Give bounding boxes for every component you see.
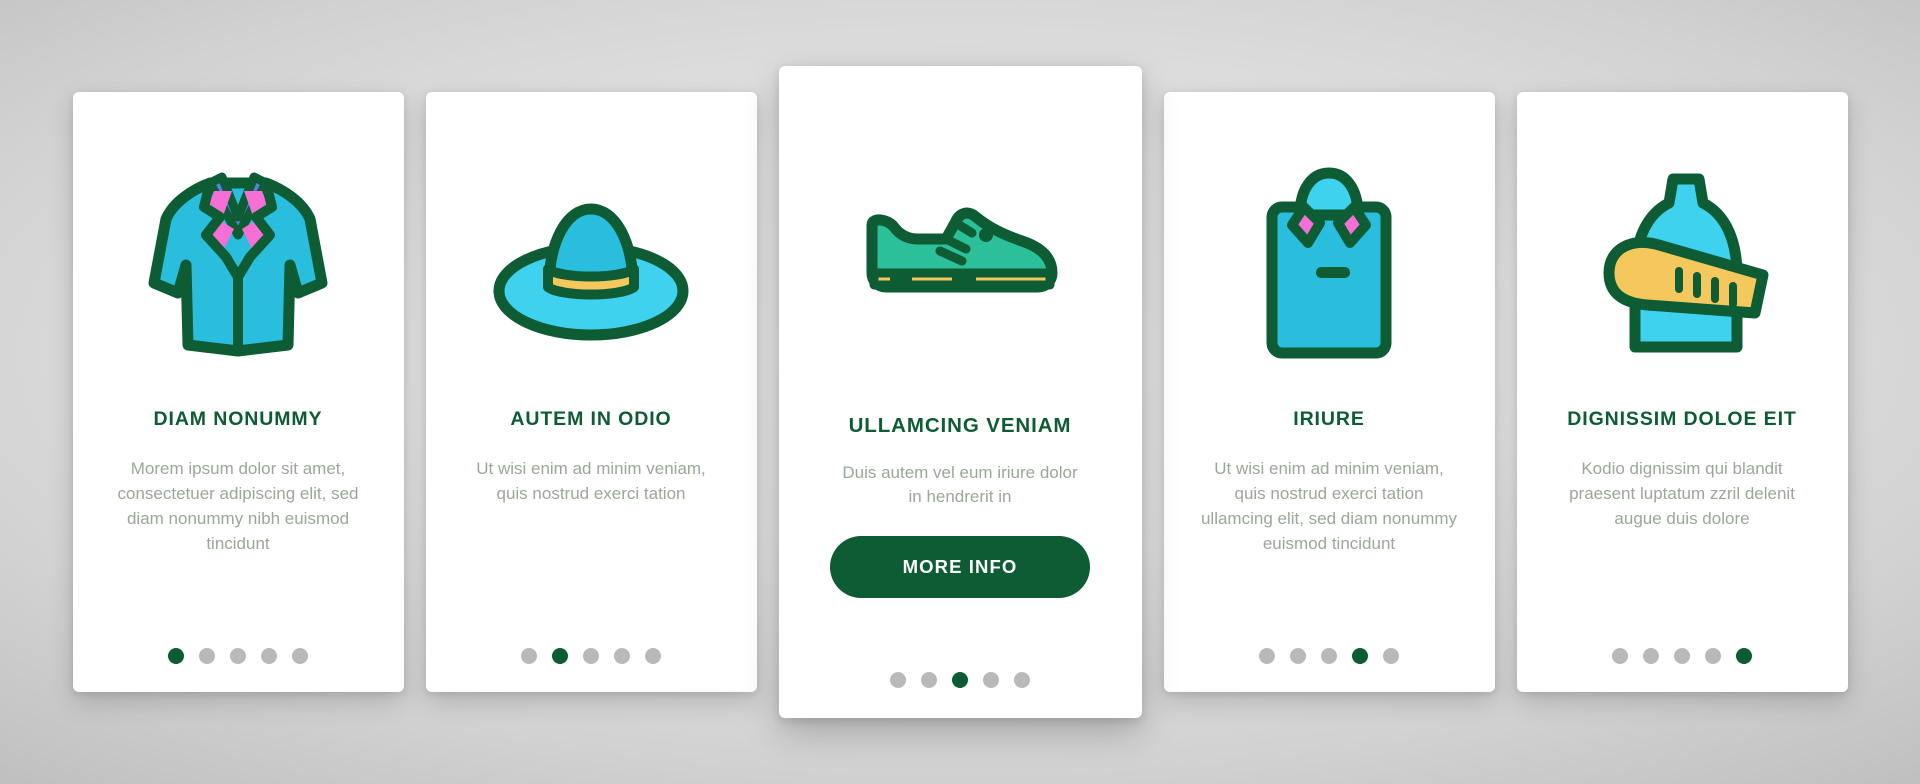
pagination-dot-5[interactable] — [1736, 648, 1752, 664]
pagination-dot-2[interactable] — [1643, 648, 1659, 664]
more-info-button[interactable]: MORE INFO — [830, 536, 1090, 599]
pagination-dot-5[interactable] — [1383, 648, 1399, 664]
onboarding-card-1[interactable]: DIAM NONUMMY Morem ipsum dolor sit amet,… — [72, 92, 404, 692]
pagination-dots[interactable] — [1612, 648, 1752, 664]
pagination-dot-4[interactable] — [1352, 648, 1368, 664]
pagination-dot-5[interactable] — [645, 648, 661, 664]
card-description: Ut wisi enim ad minim veniam, quis nostr… — [476, 459, 706, 504]
pagination-dot-2[interactable] — [1290, 648, 1306, 664]
pagination-dot-3[interactable] — [1321, 648, 1337, 664]
pagination-dot-1[interactable] — [1612, 648, 1628, 664]
pagination-dot-3[interactable] — [1674, 648, 1690, 664]
pagination-dot-2[interactable] — [552, 648, 568, 664]
pagination-dot-4[interactable] — [983, 672, 999, 688]
sneaker-shoe-icon — [807, 96, 1114, 414]
onboarding-card-3[interactable]: ULLAMCING VENIAM Duis autem vel eum iriu… — [778, 66, 1142, 718]
pagination-dot-1[interactable] — [168, 648, 184, 664]
card-title: AUTEM IN ODIO — [510, 408, 672, 430]
onboarding-screens-stage: DIAM NONUMMY Morem ipsum dolor sit amet,… — [0, 0, 1920, 784]
pagination-dot-1[interactable] — [890, 672, 906, 688]
pagination-dot-4[interactable] — [614, 648, 630, 664]
pagination-dots[interactable] — [1259, 648, 1399, 664]
pagination-dot-4[interactable] — [1705, 648, 1721, 664]
pagination-dot-3[interactable] — [952, 672, 968, 688]
folded-shirt-icon — [1190, 118, 1469, 408]
pagination-dots[interactable] — [890, 672, 1030, 688]
card-description: Morem ipsum dolor sit amet, consectetuer… — [117, 459, 359, 553]
pagination-dot-1[interactable] — [521, 648, 537, 664]
card-title: DIAM NONUMMY — [153, 408, 323, 430]
pagination-dot-1[interactable] — [1259, 648, 1275, 664]
card-description: Duis autem vel eum iriure dolor in hendr… — [842, 462, 1078, 507]
card-title: DIGNISSIM DOLOE EIT — [1567, 408, 1797, 430]
blazer-jacket-icon — [99, 118, 378, 408]
onboarding-card-5[interactable]: DIGNISSIM DOLOE EIT Kodio dignissim qui … — [1516, 92, 1848, 692]
pagination-dot-5[interactable] — [292, 648, 308, 664]
pagination-dot-3[interactable] — [583, 648, 599, 664]
card-description: Ut wisi enim ad minim veniam, quis nostr… — [1200, 459, 1458, 553]
pagination-dot-2[interactable] — [921, 672, 937, 688]
pagination-dot-3[interactable] — [230, 648, 246, 664]
onboarding-card-4[interactable]: IRIURE Ut wisi enim ad minim veniam, qui… — [1163, 92, 1495, 692]
pagination-dot-4[interactable] — [261, 648, 277, 664]
card-title: IRIURE — [1293, 408, 1365, 430]
mannequin-measuring-tape-icon — [1543, 118, 1822, 408]
sun-hat-icon — [452, 118, 731, 408]
card-title: ULLAMCING VENIAM — [848, 414, 1072, 437]
pagination-dots[interactable] — [521, 648, 661, 664]
pagination-dot-2[interactable] — [199, 648, 215, 664]
pagination-dot-5[interactable] — [1014, 672, 1030, 688]
cards-row: DIAM NONUMMY Morem ipsum dolor sit amet,… — [0, 0, 1920, 784]
onboarding-card-2[interactable]: AUTEM IN ODIO Ut wisi enim ad minim veni… — [425, 92, 757, 692]
pagination-dots[interactable] — [168, 648, 308, 664]
card-description: Kodio dignissim qui blandit praesent lup… — [1569, 459, 1795, 529]
